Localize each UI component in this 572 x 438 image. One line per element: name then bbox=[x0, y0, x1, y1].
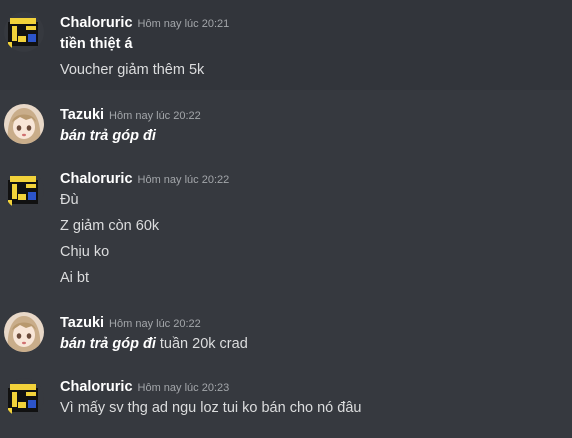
message-text: tiền thiệt á bbox=[60, 36, 133, 52]
message-group: Chaloruric Hôm nay lúc 20:22 Đù Z giảm cò… bbox=[0, 160, 572, 295]
message-text: Vì mấy sv thg ad ngu loz tui ko bán cho … bbox=[60, 400, 362, 416]
message-group: Tazuki Hôm nay lúc 20:22 bán trả góp đi bbox=[0, 96, 572, 154]
timestamp[interactable]: Hôm nay lúc 20:22 bbox=[109, 110, 201, 122]
pixel-robot-icon bbox=[4, 12, 44, 52]
message-text: bán trả góp đi tuần 20k crad bbox=[60, 336, 248, 352]
message-header: Tazuki Hôm nay lúc 20:22 bbox=[60, 106, 201, 124]
message-text: Chịu ko bbox=[60, 244, 110, 260]
user-avatar[interactable] bbox=[4, 378, 44, 418]
username[interactable]: Chaloruric bbox=[60, 15, 133, 31]
timestamp[interactable]: Hôm nay lúc 20:22 bbox=[109, 318, 201, 330]
message-text: Ai bt bbox=[60, 270, 90, 286]
user-avatar[interactable] bbox=[4, 170, 44, 210]
user-avatar[interactable] bbox=[4, 312, 44, 352]
timestamp[interactable]: Hôm nay lúc 20:23 bbox=[138, 382, 230, 394]
message-group: Chaloruric Hôm nay lúc 20:21 tiền thiệt á… bbox=[0, 0, 572, 90]
message-text: Voucher giảm thêm 5k bbox=[60, 62, 205, 78]
username[interactable]: Chaloruric bbox=[60, 379, 133, 395]
timestamp[interactable]: Hôm nay lúc 20:22 bbox=[138, 174, 230, 186]
message-group: Chaloruric Hôm nay lúc 20:23 Vì mấy sv th… bbox=[0, 368, 572, 438]
timestamp[interactable]: Hôm nay lúc 20:21 bbox=[138, 18, 230, 30]
bold-text: tiền thiệt á bbox=[60, 36, 133, 52]
user-avatar[interactable] bbox=[4, 12, 44, 52]
bold-italic-text: bán trả góp đi bbox=[60, 128, 156, 144]
username[interactable]: Tazuki bbox=[60, 107, 104, 123]
message-group: Tazuki Hôm nay lúc 20:22 bán trả góp đi t… bbox=[0, 304, 572, 362]
pixel-robot-icon bbox=[4, 170, 44, 210]
pixel-robot-icon bbox=[4, 378, 44, 418]
anime-girl-avatar bbox=[4, 104, 44, 144]
message-text: Đù bbox=[60, 192, 79, 208]
message-header: Chaloruric Hôm nay lúc 20:22 bbox=[60, 170, 229, 188]
anime-girl-avatar bbox=[4, 312, 44, 352]
message-text: Z giảm còn 60k bbox=[60, 218, 160, 234]
chat-messages: Chaloruric Hôm nay lúc 20:21 tiền thiệt á… bbox=[0, 0, 572, 438]
user-avatar[interactable] bbox=[4, 104, 44, 144]
bold-italic-text: bán trả góp đi bbox=[60, 336, 156, 352]
message-header: Chaloruric Hôm nay lúc 20:23 bbox=[60, 378, 229, 396]
username[interactable]: Tazuki bbox=[60, 315, 104, 331]
username[interactable]: Chaloruric bbox=[60, 171, 133, 187]
message-header: Tazuki Hôm nay lúc 20:22 bbox=[60, 314, 201, 332]
plain-text: tuần 20k crad bbox=[155, 336, 248, 352]
message-header: Chaloruric Hôm nay lúc 20:21 bbox=[60, 14, 229, 32]
message-text: bán trả góp đi bbox=[60, 128, 156, 144]
